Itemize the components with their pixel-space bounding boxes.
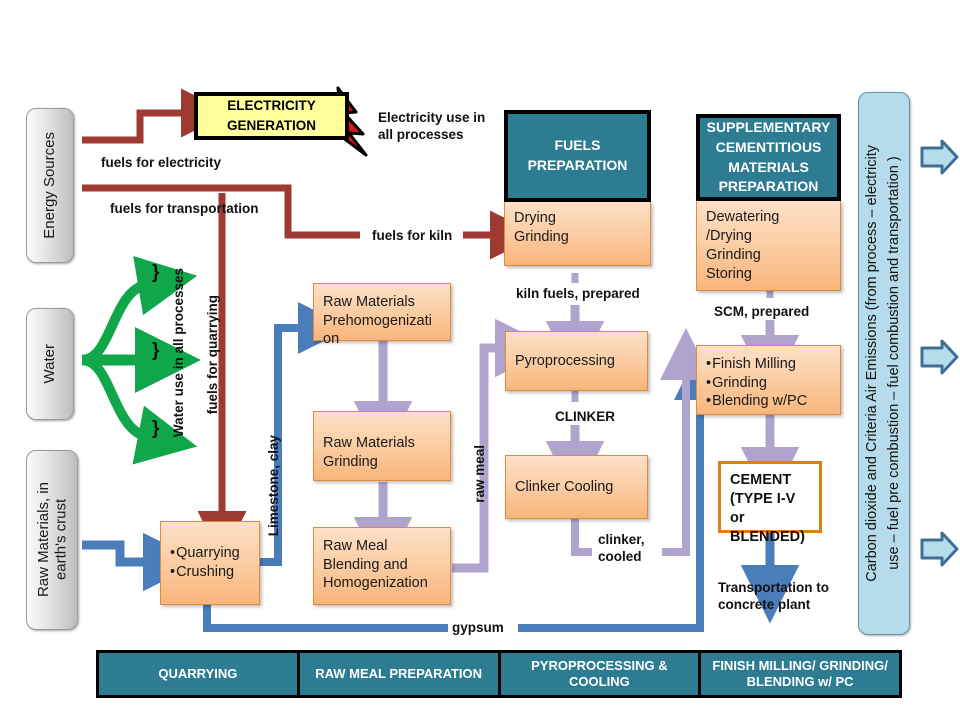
process-raw-meal-blending[interactable]: Raw Meal Blending and Homogenization bbox=[313, 527, 451, 605]
arrow-water-use-3 bbox=[81, 355, 198, 465]
stage-cell-raw-meal-preparation[interactable]: RAW MEAL PREPARATION bbox=[299, 653, 498, 695]
brace-icon-1: } bbox=[152, 262, 160, 283]
list-item: Grinding bbox=[706, 247, 761, 264]
stage-cell-quarrying[interactable]: QUARRYING bbox=[99, 653, 297, 695]
scm-preparation-body[interactable]: Dewatering /Drying Grinding Storing bbox=[696, 201, 841, 291]
list-item: Grinding bbox=[514, 229, 569, 246]
list-item: Grinding bbox=[706, 374, 832, 393]
stage-cell-finish-milling[interactable]: FINISH MILLING/ GRINDING/ BLENDING w/ PC bbox=[701, 653, 899, 695]
electricity-generation-box[interactable]: ELECTRICITY GENERATION bbox=[194, 92, 349, 140]
emission-arrow-2 bbox=[920, 339, 959, 375]
emission-arrow-1 bbox=[920, 139, 959, 175]
label-limestone-clay: Limestone, clay bbox=[266, 435, 281, 537]
list-item: /Drying bbox=[706, 228, 752, 245]
source-label: Energy Sources bbox=[41, 132, 59, 239]
diagram-canvas: Energy Sources Water Raw Materials, in e… bbox=[0, 0, 960, 720]
label-kiln-fuels-prepared: kiln fuels, prepared bbox=[516, 286, 640, 301]
process-pyroprocessing[interactable]: Pyroprocessing bbox=[505, 331, 648, 391]
process-raw-materials-grinding[interactable]: Raw Materials Grinding bbox=[313, 411, 451, 481]
list-item: Crushing bbox=[170, 563, 251, 582]
arrow-fuels-for-electricity bbox=[82, 88, 230, 144]
emission-arrow-3 bbox=[920, 531, 959, 567]
source-label: Water bbox=[41, 344, 59, 384]
source-energy-sources[interactable]: Energy Sources bbox=[26, 108, 74, 263]
emissions-panel[interactable]: Carbon dioxide and Criteria Air Emission… bbox=[858, 92, 910, 635]
label-water-use: Water use in all processes bbox=[171, 268, 186, 438]
electricity-generation-label: ELECTRICITY GENERATION bbox=[226, 98, 316, 133]
process-quarrying-crushing[interactable]: Quarrying Crushing bbox=[160, 521, 260, 605]
list-item: Finish Milling bbox=[706, 355, 832, 374]
stage-bar: QUARRYING RAW MEAL PREPARATION PYROPROCE… bbox=[96, 650, 902, 698]
process-label: Pyroprocessing bbox=[515, 353, 615, 369]
label-fuels-for-quarrying: fuels for quarrying bbox=[205, 295, 220, 415]
brace-icon-3: } bbox=[152, 418, 160, 439]
process-label: Raw Materials Prehomogenizati on bbox=[323, 294, 432, 348]
arrow-raw-materials-in bbox=[82, 532, 202, 592]
arrow-clinker-cooled-left bbox=[571, 518, 592, 556]
process-label: Clinker Cooling bbox=[515, 479, 614, 495]
list-item: Quarrying bbox=[170, 544, 251, 563]
header-scm-preparation[interactable]: SUPPLEMENTARY CEMENTITIOUS MATERIALS PRE… bbox=[696, 114, 841, 201]
cement-label: CEMENT (TYPE I-V or BLENDED) bbox=[730, 472, 805, 545]
header-fuels-preparation[interactable]: FUELS PREPARATION bbox=[504, 110, 651, 202]
cement-output-box[interactable]: CEMENT (TYPE I-V or BLENDED) bbox=[718, 461, 822, 545]
process-label: Raw Meal Blending and Homogenization bbox=[323, 538, 428, 592]
process-clinker-cooling[interactable]: Clinker Cooling bbox=[505, 455, 648, 519]
header-label: FUELS PREPARATION bbox=[527, 137, 628, 173]
electricity-use-note: Electricity use in all processes bbox=[378, 110, 486, 142]
label-fuels-for-transportation: fuels for transportation bbox=[110, 201, 259, 216]
label-clinker: CLINKER bbox=[555, 409, 615, 424]
label-transportation: Transportation to concrete plant bbox=[718, 580, 829, 612]
brace-icon-2: } bbox=[152, 340, 160, 361]
list-item: Drying bbox=[514, 210, 556, 226]
process-label: Raw Materials Grinding bbox=[323, 435, 415, 470]
list-item: Blending w/PC bbox=[706, 392, 832, 411]
process-finish-milling[interactable]: Finish Milling Grinding Blending w/PC bbox=[696, 345, 841, 415]
source-raw-materials[interactable]: Raw Materials, in earth's crust bbox=[26, 450, 78, 630]
label-raw-meal: raw meal bbox=[472, 445, 487, 503]
fuels-preparation-body[interactable]: Drying Grinding bbox=[504, 202, 651, 266]
arrow-gypsum-left bbox=[203, 604, 448, 632]
label-fuels-for-electricity: fuels for electricity bbox=[101, 155, 222, 170]
arrow-water-use-1 bbox=[81, 256, 198, 365]
label-clinker-cooled: clinker, cooled bbox=[598, 532, 645, 564]
process-raw-materials-prehomogenization[interactable]: Raw Materials Prehomogenizati on bbox=[313, 283, 451, 347]
label-gypsum: gypsum bbox=[452, 620, 504, 635]
label-fuels-for-kiln: fuels for kiln bbox=[372, 228, 453, 243]
source-water[interactable]: Water bbox=[26, 308, 74, 420]
list-item: Dewatering bbox=[706, 209, 780, 225]
source-label: Raw Materials, in earth's crust bbox=[34, 482, 69, 598]
label-scm-prepared: SCM, prepared bbox=[714, 304, 810, 319]
arrow-clinker-cooled-right bbox=[660, 328, 712, 556]
stage-cell-pyroprocessing-cooling[interactable]: PYROPROCESSING & COOLING bbox=[500, 653, 699, 695]
list-item: Storing bbox=[706, 266, 752, 283]
emissions-label: Carbon dioxide and Criteria Air Emission… bbox=[864, 145, 902, 582]
header-label: SUPPLEMENTARY CEMENTITIOUS MATERIALS PRE… bbox=[706, 118, 831, 195]
